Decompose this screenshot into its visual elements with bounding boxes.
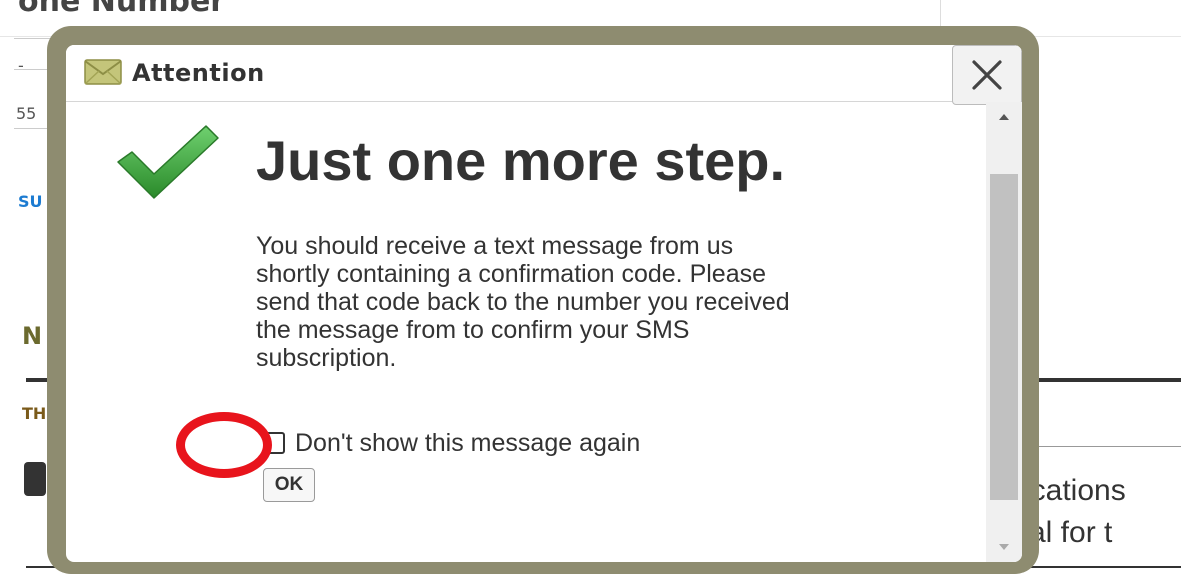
- background-section-heading: N: [22, 322, 43, 350]
- dialog-scrollbar[interactable]: [986, 102, 1022, 562]
- background-rule-2: [1020, 446, 1181, 447]
- attention-dialog: Attention Just one more step. You should…: [66, 45, 1022, 562]
- message-line: send that code back to the number you re…: [256, 288, 790, 316]
- dialog-content: Just one more step. You should receive a…: [66, 102, 986, 562]
- close-button[interactable]: [952, 45, 1022, 105]
- ok-button[interactable]: OK: [263, 468, 315, 502]
- scroll-thumb[interactable]: [990, 174, 1018, 500]
- background-field-text: -: [18, 56, 24, 75]
- scroll-up-button[interactable]: [986, 102, 1022, 132]
- background-heading: one Number: [18, 0, 226, 19]
- message-line: the message from to confirm your SMS: [256, 316, 690, 344]
- dont-show-again-label[interactable]: Don't show this message again: [295, 429, 640, 458]
- message-line: shortly containing a confirmation code. …: [256, 260, 767, 288]
- message-line: You should receive a text message from u…: [256, 232, 734, 260]
- dialog-headline: Just one more step.: [256, 129, 786, 192]
- envelope-icon: [84, 59, 122, 85]
- scroll-up-arrow-icon: [999, 114, 1009, 120]
- background-field-text-2: 55: [16, 104, 37, 123]
- background-text-line-1: ications: [1024, 474, 1126, 507]
- scroll-down-button[interactable]: [986, 532, 1022, 562]
- message-line: subscription.: [256, 344, 397, 372]
- dialog-message: You should receive a text message from u…: [256, 232, 946, 372]
- dialog-title: Attention: [132, 59, 265, 87]
- background-subheading: TH: [22, 404, 47, 423]
- dialog-titlebar: Attention: [66, 45, 1022, 105]
- checkmark-icon: [117, 125, 219, 199]
- background-submit-link[interactable]: SU: [18, 192, 43, 211]
- background-box-icon: [24, 462, 46, 496]
- close-icon: [972, 60, 1002, 90]
- dont-show-again-row[interactable]: Don't show this message again: [263, 428, 640, 458]
- dont-show-again-checkbox[interactable]: [263, 432, 285, 454]
- scroll-down-arrow-icon: [999, 544, 1009, 550]
